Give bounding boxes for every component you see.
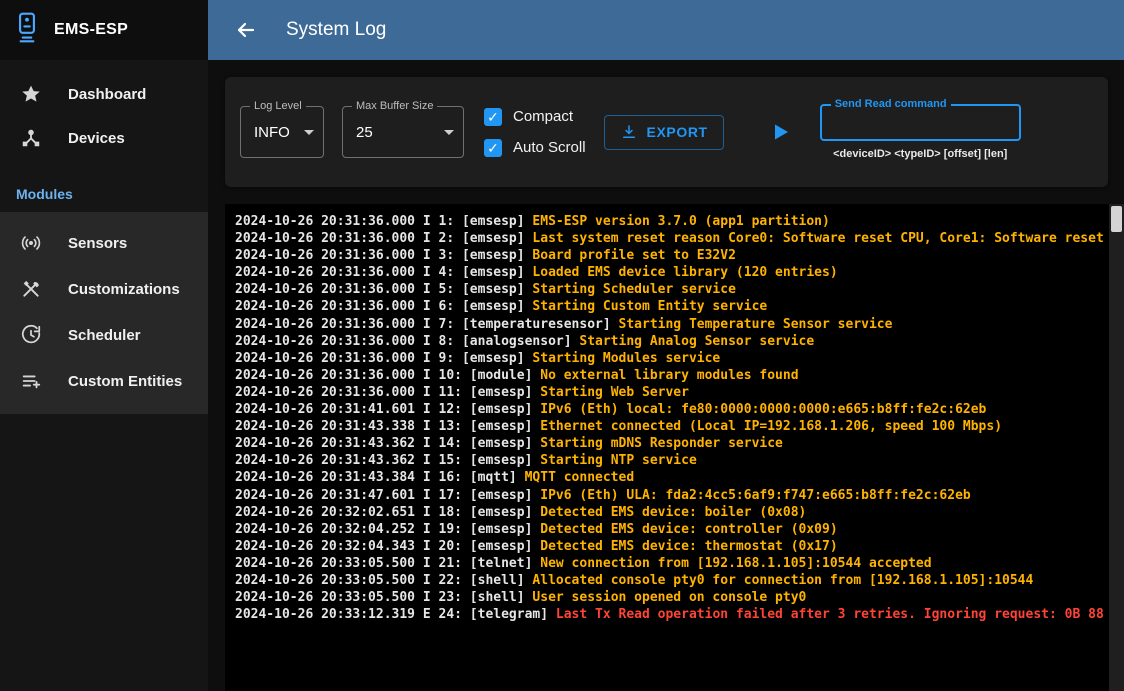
send-read-group: Send Read command <deviceID> <typeID> [o… [820, 104, 1021, 160]
sidebar-item-dashboard[interactable]: Dashboard [0, 72, 208, 116]
send-play-button[interactable] [768, 120, 792, 144]
log-level-select[interactable]: Log Level INFO [240, 106, 324, 158]
log-line: 2024-10-26 20:32:02.651 I 18: [emsesp] D… [235, 504, 1108, 521]
log-console[interactable]: 2024-10-26 20:31:36.000 I 1: [emsesp] EM… [225, 204, 1124, 691]
sidebar-item-label: Devices [68, 130, 125, 147]
clock-update-icon [20, 324, 42, 346]
log-scrollbar[interactable] [1109, 204, 1124, 691]
log-level-label: Log Level [250, 100, 306, 112]
checkbox-group: ✓ Compact ✓ Auto Scroll [484, 108, 586, 157]
send-read-command-field: Send Read command [820, 104, 1021, 141]
sidebar-header: EMS-ESP [0, 0, 208, 60]
log-line: 2024-10-26 20:31:36.000 I 2: [emsesp] La… [235, 230, 1108, 247]
sidebar: EMS-ESP Dashboard Devices Modules Sensor… [0, 0, 208, 691]
chevron-down-icon [304, 130, 314, 135]
send-read-command-label: Send Read command [831, 98, 951, 110]
compact-checkbox[interactable]: ✓ Compact [484, 108, 586, 126]
sidebar-item-custom-entities[interactable]: Custom Entities [0, 358, 208, 404]
log-line: 2024-10-26 20:31:36.000 I 7: [temperatur… [235, 316, 1108, 333]
log-line: 2024-10-26 20:31:36.000 I 5: [emsesp] St… [235, 281, 1108, 298]
tools-icon [20, 278, 42, 300]
sidebar-item-sensors[interactable]: Sensors [0, 220, 208, 266]
log-line: 2024-10-26 20:31:41.601 I 12: [emsesp] I… [235, 401, 1108, 418]
log-line: 2024-10-26 20:31:43.338 I 13: [emsesp] E… [235, 418, 1108, 435]
log-line: 2024-10-26 20:33:05.500 I 23: [shell] Us… [235, 589, 1108, 606]
log-line: 2024-10-26 20:31:36.000 I 8: [analogsens… [235, 333, 1108, 350]
playlist-add-icon [20, 370, 42, 392]
log-line: 2024-10-26 20:33:05.500 I 22: [shell] Al… [235, 572, 1108, 589]
star-icon [20, 83, 42, 105]
auto-scroll-checkbox[interactable]: ✓ Auto Scroll [484, 139, 586, 157]
log-line: 2024-10-26 20:31:36.000 I 11: [emsesp] S… [235, 384, 1108, 401]
max-buffer-size-select[interactable]: Max Buffer Size 25 [342, 106, 464, 158]
appbar: System Log [208, 0, 1124, 60]
app-title: EMS-ESP [54, 21, 128, 39]
device-hub-icon [20, 127, 42, 149]
checkbox-checked-icon: ✓ [484, 108, 502, 126]
download-icon [620, 123, 638, 141]
sidebar-item-devices[interactable]: Devices [0, 116, 208, 160]
checkbox-checked-icon: ✓ [484, 139, 502, 157]
chevron-down-icon [444, 130, 454, 135]
auto-scroll-label: Auto Scroll [513, 139, 586, 156]
log-line: 2024-10-26 20:32:04.343 I 20: [emsesp] D… [235, 538, 1108, 555]
log-level-value: INFO [254, 124, 290, 141]
content: Log Level INFO Max Buffer Size 25 ✓ Comp… [208, 60, 1124, 691]
log-line: 2024-10-26 20:31:36.000 I 3: [emsesp] Bo… [235, 247, 1108, 264]
log-line: 2024-10-26 20:33:12.319 E 24: [telegram]… [235, 606, 1108, 623]
export-label: EXPORT [647, 124, 708, 140]
sidebar-nav-modules: Sensors Customizations Scheduler Custom … [0, 212, 208, 414]
compact-label: Compact [513, 108, 573, 125]
log-line: 2024-10-26 20:31:43.362 I 14: [emsesp] S… [235, 435, 1108, 452]
sensors-icon [20, 232, 42, 254]
export-button[interactable]: EXPORT [604, 115, 724, 150]
log-line: 2024-10-26 20:31:43.362 I 15: [emsesp] S… [235, 452, 1108, 469]
log-controls-card: Log Level INFO Max Buffer Size 25 ✓ Comp… [225, 77, 1108, 187]
sidebar-item-label: Dashboard [68, 86, 146, 103]
max-buffer-size-label: Max Buffer Size [352, 100, 437, 112]
modules-section-label: Modules [0, 170, 208, 212]
log-line: 2024-10-26 20:31:36.000 I 4: [emsesp] Lo… [235, 264, 1108, 281]
max-buffer-size-value: 25 [356, 124, 373, 141]
send-read-command-input[interactable] [832, 115, 1009, 131]
sidebar-item-label: Sensors [68, 235, 127, 252]
sidebar-item-label: Customizations [68, 281, 180, 298]
send-read-helper-text: <deviceID> <typeID> [offset] [len] [820, 148, 1021, 160]
back-arrow-icon[interactable] [234, 18, 258, 42]
app-root: EMS-ESP Dashboard Devices Modules Sensor… [0, 0, 1124, 691]
scrollbar-thumb[interactable] [1111, 206, 1122, 232]
sidebar-item-label: Custom Entities [68, 373, 182, 390]
page-title: System Log [286, 19, 386, 41]
log-line: 2024-10-26 20:32:04.252 I 19: [emsesp] D… [235, 521, 1108, 538]
log-lines: 2024-10-26 20:31:36.000 I 1: [emsesp] EM… [235, 213, 1108, 623]
log-line: 2024-10-26 20:31:36.000 I 10: [module] N… [235, 367, 1108, 384]
log-line: 2024-10-26 20:31:36.000 I 6: [emsesp] St… [235, 298, 1108, 315]
sidebar-item-customizations[interactable]: Customizations [0, 266, 208, 312]
sidebar-nav-top: Dashboard Devices [0, 60, 208, 170]
log-line: 2024-10-26 20:31:47.601 I 17: [emsesp] I… [235, 487, 1108, 504]
main-area: System Log Log Level INFO Max Buffer Siz… [208, 0, 1124, 691]
log-line: 2024-10-26 20:31:43.384 I 16: [mqtt] MQT… [235, 469, 1108, 486]
sidebar-item-scheduler[interactable]: Scheduler [0, 312, 208, 358]
log-line: 2024-10-26 20:33:05.500 I 21: [telnet] N… [235, 555, 1108, 572]
log-line: 2024-10-26 20:31:36.000 I 1: [emsesp] EM… [235, 213, 1108, 230]
ems-esp-logo-icon [14, 11, 40, 50]
log-line: 2024-10-26 20:31:36.000 I 9: [emsesp] St… [235, 350, 1108, 367]
sidebar-item-label: Scheduler [68, 327, 141, 344]
